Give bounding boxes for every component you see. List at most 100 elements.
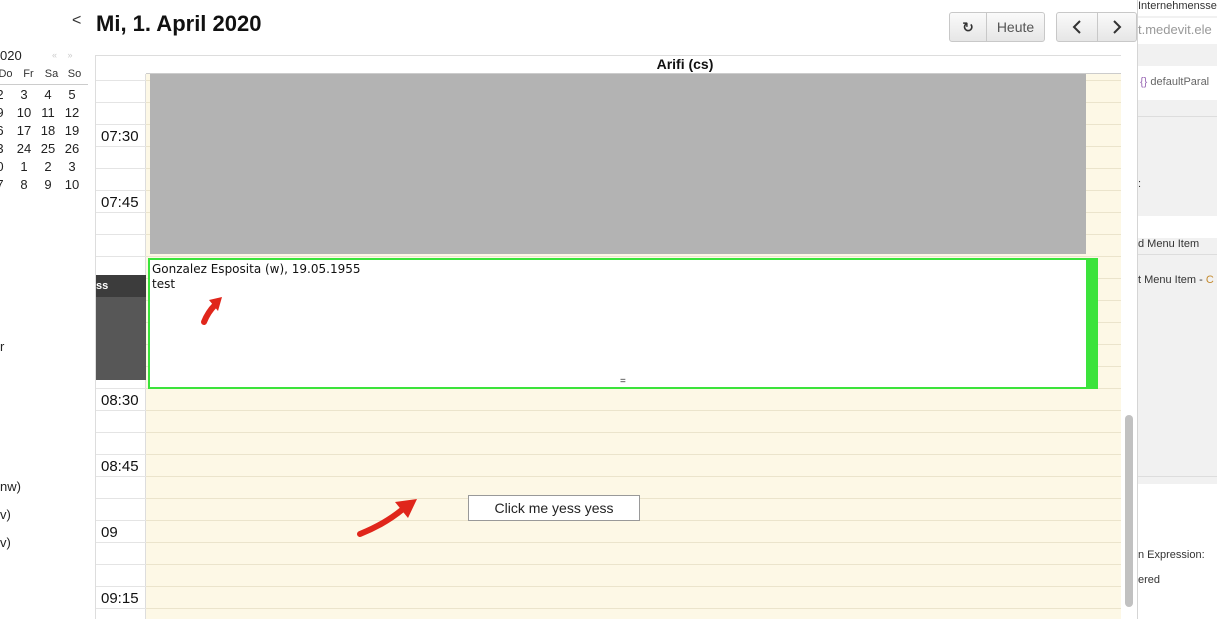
mini-calendar-day[interactable]: 4 (36, 86, 60, 104)
mini-calendar-day[interactable]: 25 (36, 140, 60, 158)
weekday-header: Sa (44, 68, 59, 80)
mini-calendar-panel: < 020 « » DoFrSaSo 234591011126171819324… (0, 0, 88, 619)
blocked-time-slot (150, 74, 1086, 254)
day-gridline (146, 432, 1122, 433)
time-gridline (96, 454, 146, 455)
curly-braces-icon: {} (1140, 76, 1148, 88)
today-button[interactable]: Heute (986, 13, 1044, 41)
refresh-button[interactable]: ↻ (950, 13, 986, 41)
resource-day-column[interactable]: Gonzalez Esposita (w), 19.05.1955 test =… (146, 74, 1122, 619)
time-gridline (96, 586, 146, 587)
time-gridline (96, 234, 146, 235)
inspector-field-row[interactable] (1138, 216, 1217, 238)
day-gridline (146, 564, 1122, 565)
mini-calendar-nav[interactable]: « » (52, 50, 77, 60)
mini-calendar-day[interactable]: 3 (0, 140, 12, 158)
dark-block-header: ss (96, 275, 146, 297)
mini-calendar-day[interactable]: 0 (0, 158, 12, 176)
time-label: 08:30 (101, 392, 139, 409)
expression-label: n Expression: (1138, 549, 1205, 561)
sidebar-fragment[interactable]: v) (0, 507, 11, 522)
ered-label: ered (1138, 574, 1161, 586)
weekday-header: So (67, 68, 82, 80)
mini-calendar-day[interactable]: 10 (12, 104, 36, 122)
mini-calendar-day[interactable]: 3 (60, 158, 84, 176)
day-view: ss 07:30 07:45 08:30 08:45 09 09:15 Gonzalez … (95, 55, 1137, 619)
time-gridline (96, 168, 146, 169)
mini-calendar-day[interactable]: 10 (60, 176, 84, 194)
time-gridline (96, 476, 146, 477)
inspector-title-fragment: Internehmensse (1138, 0, 1217, 12)
mini-calendar-day[interactable]: 9 (36, 176, 60, 194)
mini-calendar-day[interactable]: 24 (12, 140, 36, 158)
mini-calendar-day[interactable]: 3 (12, 86, 36, 104)
mini-calendar-day[interactable]: 2 (36, 158, 60, 176)
appointment-card[interactable]: Gonzalez Esposita (w), 19.05.1955 test = (148, 258, 1098, 389)
time-gridline (96, 124, 146, 125)
time-column: ss 07:30 07:45 08:30 08:45 09 09:15 (96, 74, 146, 619)
mini-calendar-day[interactable]: 19 (60, 122, 84, 140)
mini-calendar-day[interactable]: 8 (12, 176, 36, 194)
mini-calendar-day[interactable]: 7 (0, 176, 12, 194)
scrollbar-thumb[interactable] (1125, 415, 1133, 607)
sidebar-fragment: r (0, 339, 5, 354)
chevron-right-icon (1113, 20, 1122, 34)
inspector-colon: : (1138, 178, 1142, 190)
mini-calendar-day[interactable]: 12 (60, 104, 84, 122)
mini-calendar-weekdays: Do Fr Sa So (0, 68, 86, 80)
time-label: 07:30 (101, 128, 139, 145)
sidebar-fragment[interactable]: v) (0, 535, 11, 550)
inspector-divider (1138, 254, 1217, 255)
appointment-status-bar (1086, 260, 1096, 387)
time-gridline (96, 410, 146, 411)
time-gridline (96, 564, 146, 565)
inspector-url-fragment[interactable]: t.medevit.ele (1138, 18, 1217, 44)
menu-item-2-label: t Menu Item - (1138, 274, 1203, 286)
day-gridline (146, 586, 1122, 587)
day-gridline (146, 476, 1122, 477)
day-gridline (146, 542, 1122, 543)
dark-appointment-block[interactable]: ss (96, 275, 146, 380)
mini-calendar-day[interactable]: 11 (36, 104, 60, 122)
mini-calendar-day[interactable]: 6 (0, 122, 12, 140)
time-gridline (96, 190, 146, 191)
next-day-button[interactable] (1097, 13, 1136, 41)
inspector-param-fragment: {} defaultParal (1140, 76, 1209, 88)
mini-calendar-day[interactable]: 26 (60, 140, 84, 158)
mini-calendar-day[interactable]: 18 (36, 122, 60, 140)
annotation-arrow-icon (357, 499, 417, 537)
mini-calendar-day[interactable]: 9 (0, 104, 12, 122)
prev-day-button[interactable] (1057, 13, 1097, 41)
weekday-header: Fr (23, 68, 34, 80)
mini-calendar-day[interactable]: 17 (12, 122, 36, 140)
appointment-note: test (152, 277, 176, 291)
day-gridline (146, 608, 1122, 609)
inspector-divider (1138, 116, 1217, 117)
mini-calendar-divider (0, 84, 88, 85)
inspector-divider (1138, 476, 1217, 477)
time-gridline (96, 608, 146, 609)
collapse-sidebar-button[interactable]: < (72, 12, 81, 30)
menu-item-fragment-1[interactable]: d Menu Item (1138, 238, 1199, 250)
mini-calendar-day[interactable]: 1 (12, 158, 36, 176)
time-label: 07:45 (101, 194, 139, 211)
click-me-button[interactable]: Click me yess yess (468, 495, 640, 521)
mini-calendar-day[interactable]: 2 (0, 86, 12, 104)
menu-item-fragment-2[interactable]: t Menu Item - C (1138, 274, 1214, 286)
mini-calendar-day[interactable]: 5 (60, 86, 84, 104)
inspector-panel: Internehmensse t.medevit.ele {} defaultP… (1137, 0, 1217, 619)
time-gridline (96, 80, 146, 81)
resize-handle[interactable]: = (620, 376, 626, 387)
time-gridline (96, 388, 146, 389)
date-nav-toolbar (1056, 12, 1137, 42)
time-label: 09 (101, 524, 118, 541)
weekday-header: Do (0, 68, 13, 80)
time-gridline (96, 542, 146, 543)
menu-item-2-suffix: C (1205, 274, 1214, 286)
refresh-icon: ↻ (962, 18, 974, 35)
mini-calendar-year: 020 (0, 48, 22, 63)
time-gridline (96, 256, 146, 257)
param-label: defaultParal (1150, 76, 1210, 88)
sidebar-fragment[interactable]: nw) (0, 479, 21, 494)
time-gridline (96, 212, 146, 213)
